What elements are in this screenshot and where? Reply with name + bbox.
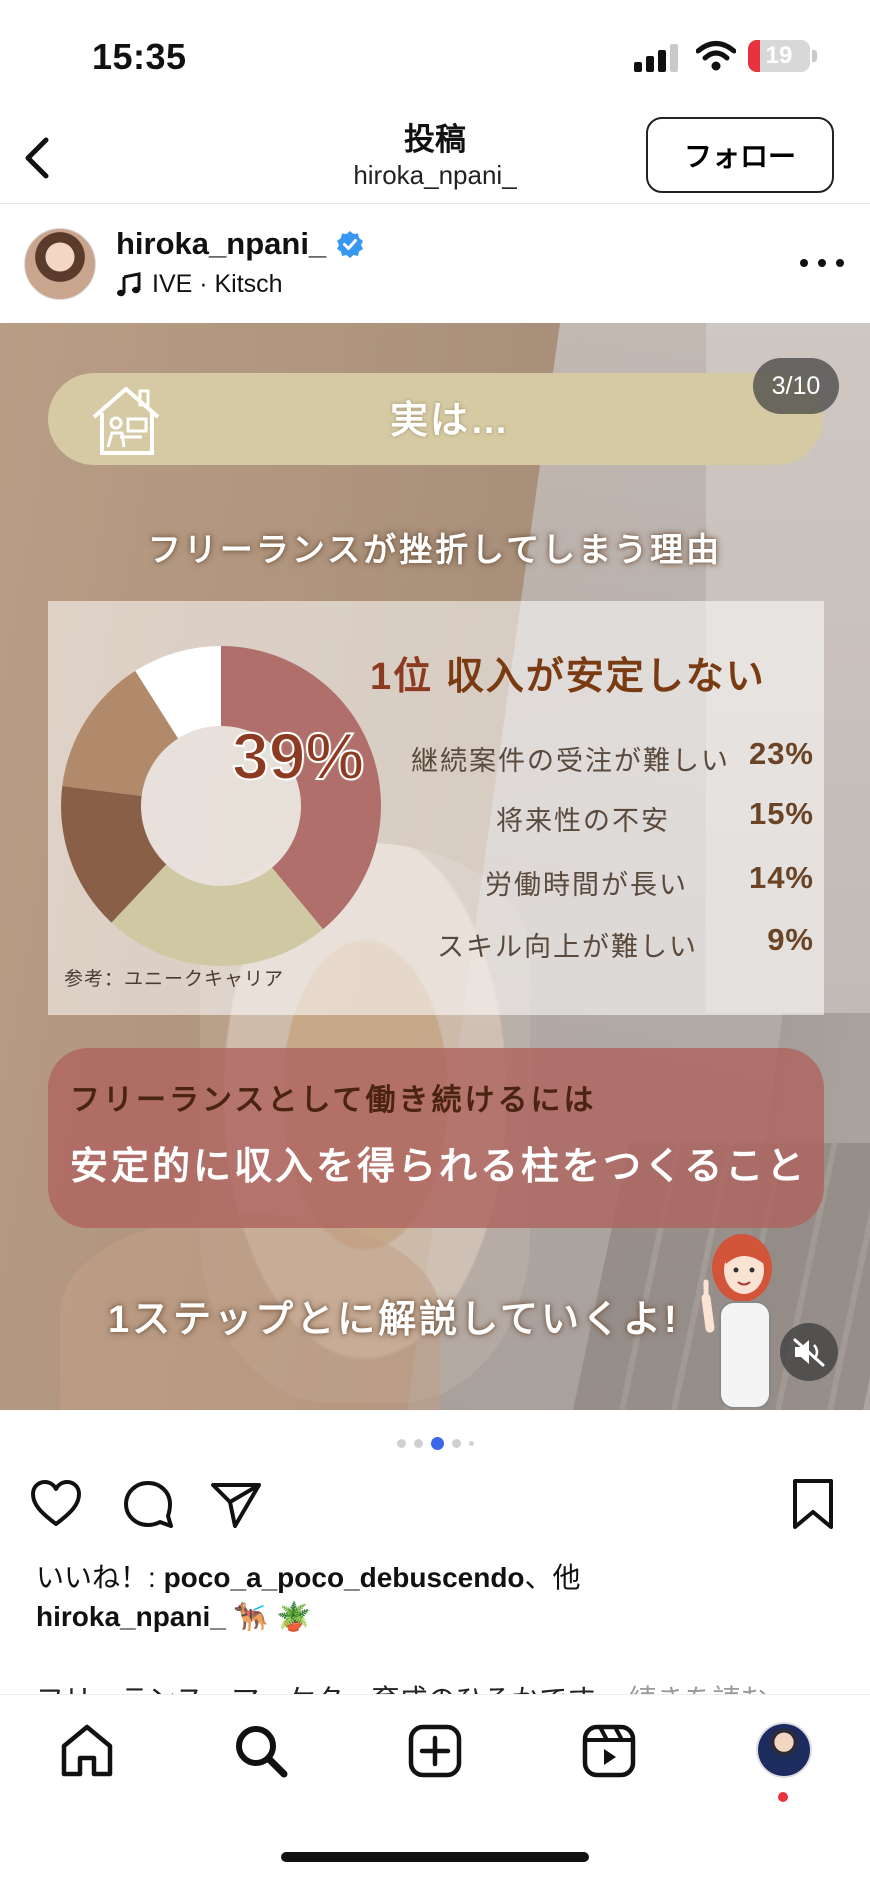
battery-indicator: 19 [748, 40, 810, 72]
bookmark-icon[interactable] [785, 1476, 841, 1532]
reason-label: 労働時間が長い [485, 870, 688, 900]
reason-value: 9% [767, 922, 814, 957]
callout-line-2: 安定的に収入を得られる柱をつくること [70, 1146, 808, 1188]
reason-label: 継続案件の受注が難しい [411, 746, 730, 776]
donut-chart [61, 646, 381, 966]
search-icon[interactable] [232, 1722, 290, 1780]
clock: 15:35 [92, 36, 187, 77]
author-username[interactable]: hiroka_npani_ [116, 226, 326, 262]
heart-icon[interactable] [28, 1476, 84, 1532]
woman-illustration-icon [701, 1234, 772, 1408]
author-avatar[interactable] [24, 228, 96, 300]
reels-icon[interactable] [580, 1722, 638, 1780]
likes-suffix: 、他 [524, 1562, 581, 1593]
carousel-dot [468, 1441, 474, 1446]
author-row: hiroka_npani_ [116, 226, 364, 262]
slide-subtitle: フリーランスが挫折してしまう理由 [147, 531, 723, 568]
reason-value: 23% [748, 736, 814, 771]
more-options-icon[interactable] [800, 248, 844, 278]
caption-user[interactable]: hiroka_npani_ [36, 1601, 226, 1632]
carousel-dot [396, 1439, 406, 1448]
music-row[interactable]: IVE · Kitsch [116, 270, 283, 299]
wifi-icon [696, 41, 736, 71]
cellular-signal-icon [634, 44, 678, 72]
notification-dot [778, 1792, 788, 1802]
status-bar: 15:35 19 [0, 0, 870, 110]
home-indicator [281, 1852, 589, 1862]
speaker-muted-icon[interactable] [780, 1323, 838, 1381]
home-icon[interactable] [58, 1722, 116, 1780]
post-image[interactable]: 実は… 3/10 フリーランスが挫折してしまう理由 39% 1位 収入が安定しな… [0, 323, 870, 1410]
callout-line-1: フリーランスとして働き続けるには [70, 1084, 597, 1117]
reason-label: 将来性の不安 [496, 806, 670, 836]
carousel-dot [413, 1439, 423, 1448]
carousel-dot-active [430, 1437, 444, 1450]
reason-label: スキル向上が難しい [437, 932, 698, 962]
paper-plane-icon[interactable] [208, 1476, 264, 1532]
verified-badge-icon [337, 231, 364, 258]
caption-emoji: 🐕‍🦺 🪴 [233, 1601, 312, 1632]
reason-value: 14% [748, 860, 814, 895]
caption-line: hiroka_npani_ 🐕‍🦺 🪴 [36, 1600, 311, 1633]
house-icon [92, 387, 160, 455]
battery-tip [812, 50, 817, 62]
reason-value: 15% [748, 796, 814, 831]
carousel-dot [451, 1439, 461, 1448]
rank-heading: 1位 収入が安定しない [370, 645, 766, 700]
music-track: IVE · Kitsch [152, 270, 283, 298]
slide-banner-text: 実は… [390, 400, 511, 442]
likes-user[interactable]: poco_a_poco_debuscendo [164, 1562, 525, 1593]
carousel-indicator [0, 1437, 870, 1450]
follow-button[interactable]: フォロー [646, 117, 834, 193]
step-text: 1ステップとに解説していくよ! [108, 1299, 680, 1341]
rank-label: 収入が安定しない [445, 656, 766, 698]
comment-icon[interactable] [120, 1476, 176, 1532]
rank-position: 1位 [370, 656, 434, 698]
battery-level: 19 [765, 42, 793, 69]
profile-avatar[interactable] [756, 1722, 812, 1778]
top-percentage: 39% [231, 718, 365, 794]
top-bar: 投稿 hiroka_npani_ フォロー [0, 110, 870, 204]
slide-counter: 3/10 [753, 358, 839, 414]
likes-line[interactable]: いいね！: poco_a_poco_debuscendo、他 [36, 1556, 581, 1596]
source-note: 参考：ユニークキャリア [64, 969, 285, 990]
likes-prefix: いいね！: [36, 1562, 164, 1593]
music-note-icon [117, 271, 141, 296]
plus-square-icon[interactable] [406, 1722, 464, 1780]
